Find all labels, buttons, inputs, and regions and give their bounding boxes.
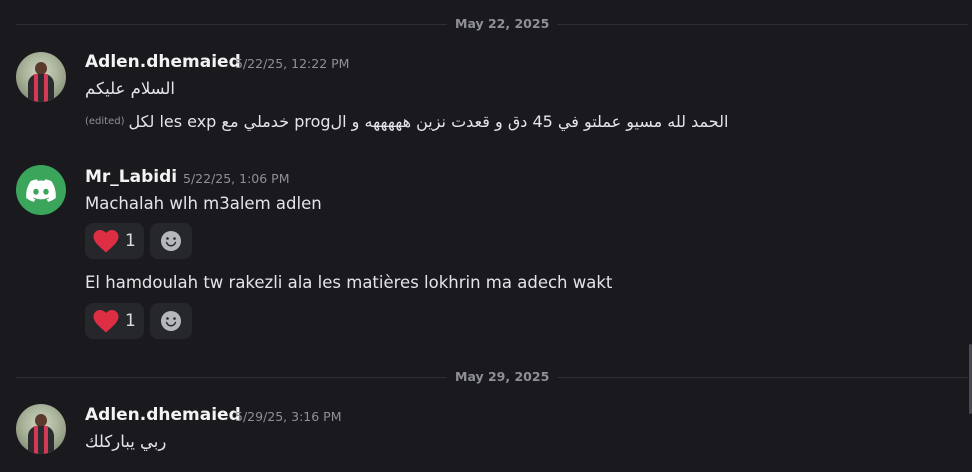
date-divider-label: May 29, 2025 — [447, 369, 558, 385]
message-timestamp[interactable]: 5/22/25, 12:22 PM — [235, 53, 349, 75]
username[interactable]: Adlen.dhemaied — [85, 404, 241, 426]
edited-label: (edited) — [85, 116, 125, 127]
date-divider-label: May 22, 2025 — [447, 16, 558, 32]
message-text: السلام عليكم — [85, 79, 176, 98]
username[interactable]: Mr_Labidi — [85, 166, 177, 188]
message-text: ربي يباركلك — [85, 432, 167, 451]
message-timestamp[interactable]: 5/22/25, 1:06 PM — [183, 168, 290, 190]
message-text-edited: (edited) الحمد لله مسيو عملتو في 45 دق و… — [85, 111, 728, 133]
smiley-icon — [160, 311, 181, 331]
avatar[interactable] — [16, 165, 66, 215]
heart-icon — [93, 309, 119, 332]
heart-icon — [93, 229, 119, 252]
message-text: El hamdoulah tw rakezli ala les matières… — [85, 273, 613, 292]
reaction-count: 1 — [125, 311, 136, 331]
message-text: الحمد لله مسيو عملتو في 45 دق و قعدت نزي… — [128, 112, 729, 131]
avatar[interactable] — [16, 52, 66, 102]
avatar[interactable] — [16, 404, 66, 454]
reaction-count: 1 — [125, 231, 136, 251]
reaction-bar: 1 — [85, 223, 192, 259]
message-timestamp[interactable]: 5/29/25, 3:16 PM — [235, 406, 342, 428]
reaction-heart[interactable]: 1 — [85, 303, 144, 339]
discord-logo-icon — [26, 178, 56, 202]
username[interactable]: Adlen.dhemaied — [85, 51, 241, 73]
add-reaction-button[interactable] — [149, 303, 192, 339]
add-reaction-button[interactable] — [149, 223, 192, 259]
reaction-heart[interactable]: 1 — [85, 223, 144, 259]
reaction-bar: 1 — [85, 303, 192, 339]
message-text: Machalah wlh m3alem adlen — [85, 194, 322, 213]
chat-messages: May 22, 2025 Adlen.dhemaied 5/22/25, 12:… — [0, 0, 972, 472]
smiley-icon — [160, 231, 181, 251]
